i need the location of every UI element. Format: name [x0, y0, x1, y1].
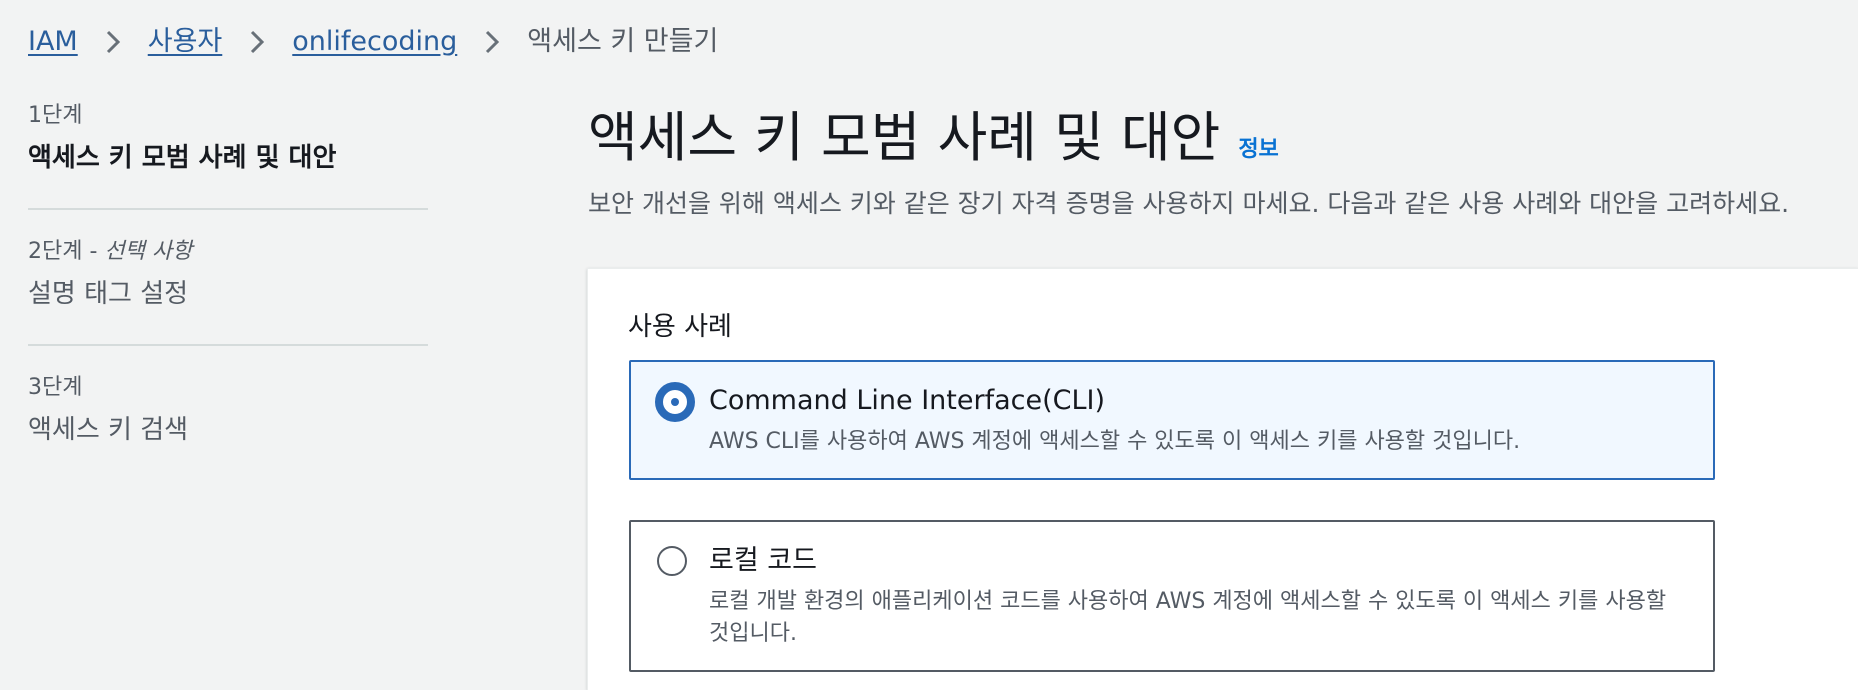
option-title: Command Line Interface(CLI)	[709, 385, 1106, 416]
step-title: 설명 태그 설정	[28, 279, 189, 309]
page-description: 보안 개선을 위해 액세스 키와 같은 장기 자격 증명을 사용하지 마세요. …	[588, 189, 1790, 218]
chevron-right-icon	[457, 29, 527, 55]
radio-selected-icon[interactable]	[655, 382, 695, 422]
option-title: 로컬 코드	[709, 545, 817, 576]
step-2: 2단계 - 선택 사항 설명 태그 설정	[28, 236, 428, 346]
page-title-row: 액세스 키 모범 사례 및 대안 정보	[588, 100, 1858, 176]
page-title: 액세스 키 모범 사례 및 대안	[588, 106, 1221, 169]
chevron-right-icon	[222, 29, 292, 55]
option-local-code[interactable]: 로컬 코드 로컬 개발 환경의 애플리케이션 코드를 사용하여 AWS 계정에 …	[629, 520, 1715, 672]
step-number: 1단계	[28, 103, 83, 128]
optional-label: 선택 사항	[104, 239, 193, 264]
option-description: 로컬 개발 환경의 애플리케이션 코드를 사용하여 AWS 계정에 액세스할 수…	[709, 589, 1667, 646]
step-title: 액세스 키 검색	[28, 415, 189, 445]
use-case-panel: 사용 사례 Command Line Interface(CLI) AWS CL…	[587, 268, 1858, 690]
breadcrumb: IAM 사용자 onlifecoding 액세스 키 만들기	[28, 22, 718, 62]
option-description: AWS CLI를 사용하여 AWS 계정에 액세스할 수 있도록 이 액세스 키…	[709, 429, 1521, 454]
wizard-steps: 1단계 액세스 키 모범 사례 및 대안 2단계 - 선택 사항 설명 태그 설…	[28, 100, 428, 506]
step-title: 액세스 키 모범 사례 및 대안	[28, 143, 337, 173]
radio-unselected-icon[interactable]	[657, 546, 687, 576]
step-3: 3단계 액세스 키 검색	[28, 372, 428, 480]
step-number: 3단계	[28, 375, 83, 400]
breadcrumb-iam-link[interactable]: IAM	[28, 22, 78, 62]
step-number: 2단계 - 선택 사항	[28, 239, 193, 264]
breadcrumb-current: 액세스 키 만들기	[527, 26, 719, 57]
chevron-right-icon	[78, 29, 148, 55]
breadcrumb-users-link[interactable]: 사용자	[148, 22, 223, 62]
use-case-label: 사용 사례	[628, 312, 732, 342]
page-header: 액세스 키 모범 사례 및 대안 정보 보안 개선을 위해 액세스 키와 같은 …	[588, 100, 1858, 222]
breadcrumb-user-link[interactable]: onlifecoding	[292, 22, 457, 62]
option-cli[interactable]: Command Line Interface(CLI) AWS CLI를 사용하…	[629, 360, 1715, 480]
info-link[interactable]: 정보	[1238, 131, 1278, 163]
step-1: 1단계 액세스 키 모범 사례 및 대안	[28, 100, 428, 210]
